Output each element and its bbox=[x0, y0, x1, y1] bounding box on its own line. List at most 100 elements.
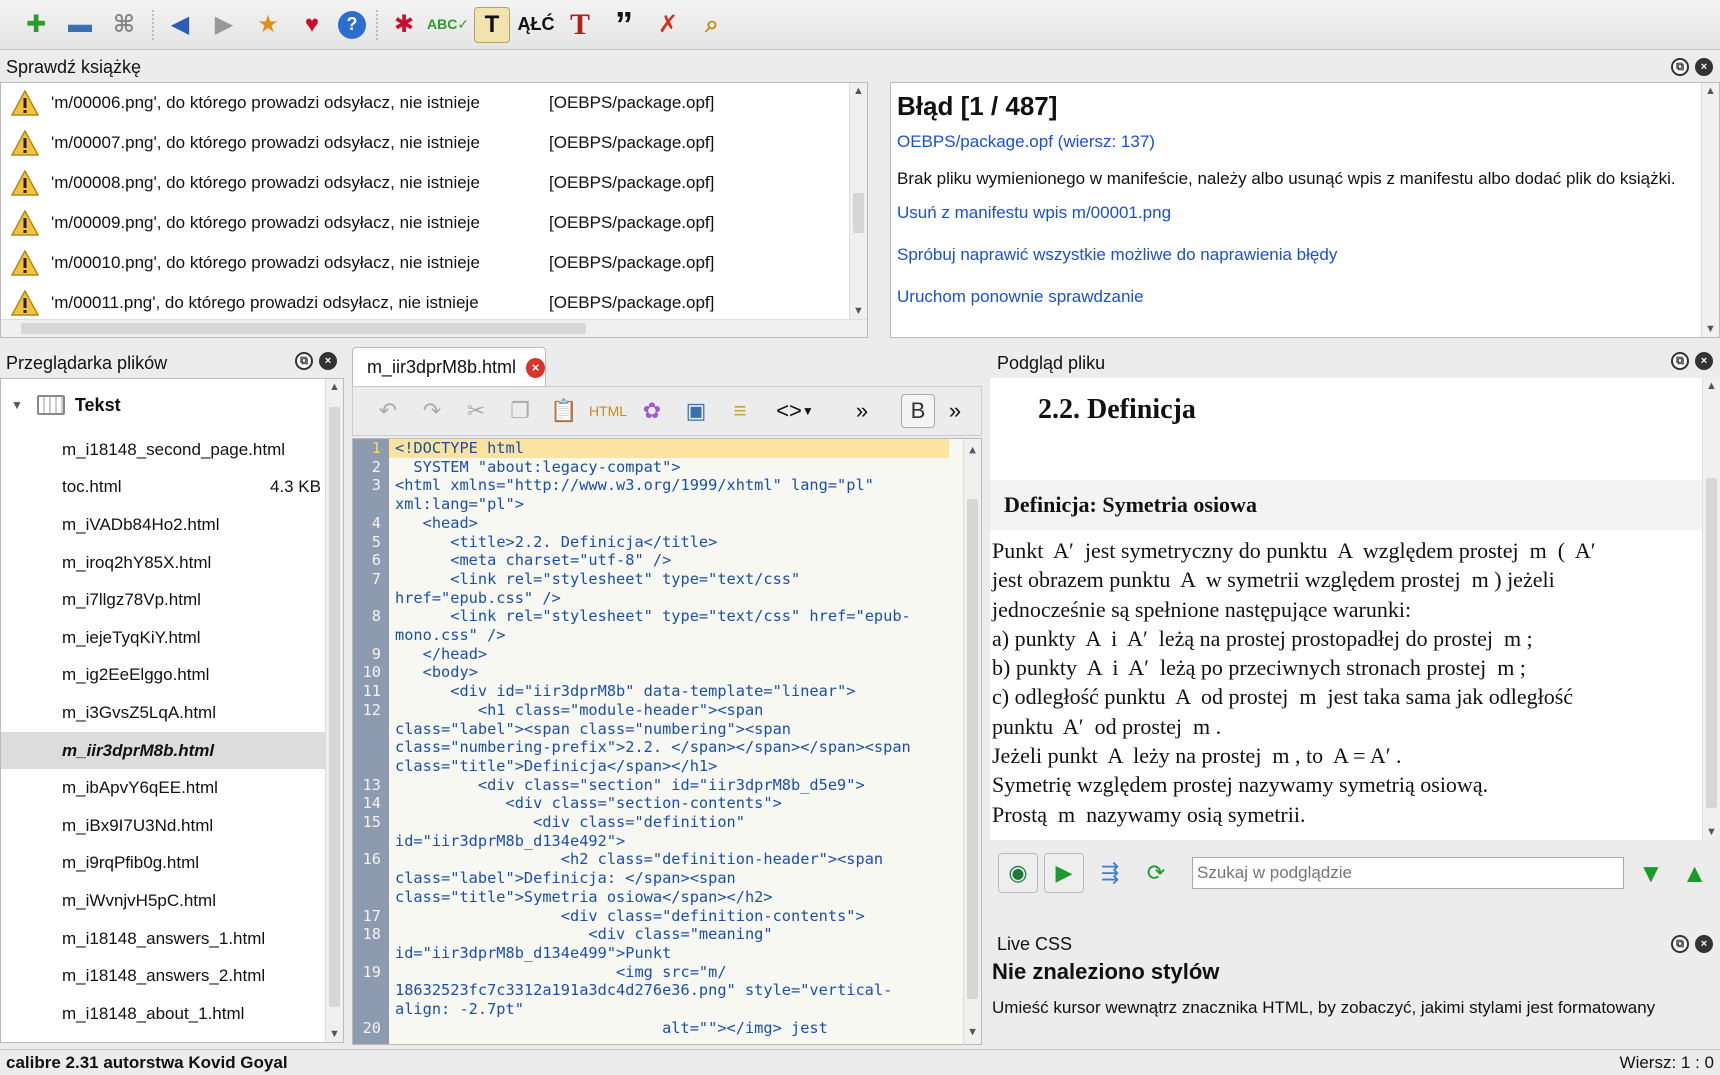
float-icon[interactable]: ⧉ bbox=[295, 352, 313, 370]
file-item[interactable]: m_i3GvsZ5LqA.html bbox=[1, 694, 343, 732]
check-list-vscrollbar[interactable]: ▲ ▼ bbox=[849, 83, 867, 319]
float-icon[interactable]: ⧉ bbox=[1671, 58, 1689, 76]
more-icon[interactable]: » bbox=[845, 394, 879, 428]
file-item[interactable]: m_iBx9I7U3Nd.html bbox=[1, 807, 343, 845]
file-item[interactable]: m_i7llgz78Vp.html bbox=[1, 581, 343, 619]
font-icon[interactable]: T bbox=[562, 7, 598, 43]
check-row-location: [OEBPS/package.opf] bbox=[549, 213, 715, 232]
toolbar-separator bbox=[376, 9, 378, 40]
check-row[interactable]: 'm/00008.png', do którego prowadzi odsył… bbox=[1, 163, 867, 203]
sync-icon[interactable]: ◉ bbox=[998, 853, 1038, 893]
flower-icon[interactable]: ✿ bbox=[635, 394, 669, 428]
rerun-check-link[interactable]: Uruchom ponownie sprawdzanie bbox=[897, 287, 1713, 307]
play-icon[interactable]: ▶ bbox=[1044, 853, 1084, 893]
spellcheck-icon[interactable]: ABC✓ bbox=[427, 7, 469, 43]
more-format-icon[interactable]: » bbox=[945, 394, 965, 428]
back-icon[interactable]: ◀ bbox=[162, 7, 198, 43]
file-browser-vscrollbar[interactable]: ▲ ▼ bbox=[325, 379, 343, 1042]
check-row[interactable]: 'm/00011.png', do którego prowadzi odsył… bbox=[1, 283, 867, 323]
close-tab-icon[interactable]: × bbox=[526, 357, 545, 378]
file-item[interactable]: m_ibApvY6qEE.html bbox=[1, 769, 343, 807]
close-icon[interactable]: × bbox=[1695, 352, 1713, 370]
beautify-html-icon[interactable]: HTML bbox=[589, 394, 627, 428]
redo-icon[interactable]: ↷ bbox=[415, 394, 449, 428]
close-icon[interactable]: × bbox=[1695, 935, 1713, 953]
file-name: m_i18148_answers_1.html bbox=[62, 928, 266, 948]
rename-icon[interactable]: ⌘ bbox=[106, 7, 142, 43]
check-book-window-controls: ⧉ × bbox=[1671, 58, 1713, 76]
help-icon[interactable]: ? bbox=[338, 10, 366, 39]
preview-line: jednocześnie są spełnione następujące wa… bbox=[992, 596, 1412, 622]
remove-icon[interactable]: ✗ bbox=[650, 7, 686, 43]
file-item[interactable]: m_iVADb84Ho2.html bbox=[1, 506, 343, 544]
warning-icon bbox=[10, 169, 40, 196]
save-icon[interactable]: ▬ bbox=[62, 7, 98, 43]
code-text: alt=""></img> jest bbox=[395, 1018, 828, 1037]
check-row[interactable]: 'm/00007.png', do którego prowadzi odsył… bbox=[1, 123, 867, 163]
cut-icon[interactable]: ✂ bbox=[459, 394, 493, 428]
copy-icon[interactable]: ❐ bbox=[503, 394, 537, 428]
line-number: 19 bbox=[362, 962, 381, 981]
undo-icon[interactable]: ↶ bbox=[371, 394, 405, 428]
search-prev-icon[interactable]: ▲ bbox=[1682, 858, 1708, 889]
check-row-message: 'm/00010.png', do którego prowadzi odsył… bbox=[51, 253, 480, 272]
file-item[interactable]: m_i18148_answers_1.html bbox=[1, 920, 343, 958]
code-editor[interactable]: 1 <!DOCTYPE html 2 SYSTEM "about:legacy-co… bbox=[352, 438, 982, 1045]
preview-vscrollbar[interactable]: ▲ ▼ bbox=[1702, 378, 1720, 840]
float-icon[interactable]: ⧉ bbox=[1671, 352, 1689, 370]
file-item[interactable]: m_i18148_about_1.html bbox=[1, 995, 343, 1033]
file-item[interactable]: m_iejeTyqKiY.html bbox=[1, 619, 343, 657]
file-item[interactable]: m_iWvnjvH5pC.html bbox=[1, 882, 343, 920]
insert-image-icon[interactable]: ▣ bbox=[679, 394, 713, 428]
file-group-text[interactable]: ▼ Tekst bbox=[1, 379, 343, 431]
file-item[interactable]: m_ig2EeElggo.html bbox=[1, 657, 343, 695]
bug-icon[interactable]: ✱ bbox=[386, 7, 422, 43]
search-icon[interactable]: ⌕ bbox=[694, 7, 730, 43]
file-item[interactable]: m_iroq2hY85X.html bbox=[1, 544, 343, 582]
text-icon[interactable]: T bbox=[474, 6, 510, 43]
editor-tab[interactable]: m_iir3dprM8b.html × bbox=[352, 347, 546, 387]
preview-search-input[interactable] bbox=[1192, 857, 1624, 889]
quote-icon[interactable]: ” bbox=[606, 4, 642, 45]
tag-icon[interactable]: <> ▼ bbox=[767, 394, 823, 428]
refresh-icon[interactable]: ⟳ bbox=[1136, 853, 1176, 893]
forward-icon[interactable]: ▶ bbox=[206, 7, 242, 43]
error-location-link[interactable]: OEBPS/package.opf (wiersz: 137) bbox=[897, 132, 1713, 152]
line-number: 7 bbox=[371, 569, 381, 588]
error-panel-vscrollbar[interactable]: ▲ ▼ bbox=[1701, 83, 1719, 337]
search-next-icon[interactable]: ▼ bbox=[1638, 858, 1664, 889]
close-icon[interactable]: × bbox=[319, 352, 337, 370]
new-file-icon[interactable]: ✚ bbox=[18, 7, 54, 43]
line-number: 8 bbox=[371, 607, 381, 626]
file-item[interactable]: m_iir3dprM8b.html bbox=[1, 731, 343, 770]
check-list-hscrollbar[interactable] bbox=[1, 319, 867, 337]
insert-link-icon[interactable]: ≡ bbox=[723, 394, 757, 428]
collapse-arrow-icon[interactable]: ▼ bbox=[11, 398, 23, 412]
bookmark-icon[interactable]: ★ bbox=[250, 7, 286, 43]
character-icon[interactable]: ĄŁĆ bbox=[518, 7, 555, 43]
code-vscrollbar[interactable]: ▲ ▼ bbox=[963, 439, 981, 1044]
split-icon[interactable]: ⇶ bbox=[1090, 853, 1130, 893]
file-name: m_i18148_answers_2.html bbox=[62, 966, 266, 986]
code-line: 7 <link rel="stylesheet" type="text/css"… bbox=[353, 570, 981, 607]
code-text: <div id="iir3dprM8b" data-template="line… bbox=[395, 682, 856, 701]
code-text: SYSTEM "about:legacy-compat"> bbox=[395, 457, 681, 476]
file-item[interactable]: toc.html 4.3 KB bbox=[1, 469, 343, 507]
remove-from-manifest-link[interactable]: Usuń z manifestu wpis m/00001.png bbox=[897, 203, 1713, 223]
check-row-message: 'm/00006.png', do którego prowadzi odsył… bbox=[51, 93, 480, 112]
paste-icon[interactable]: 📋 bbox=[547, 394, 581, 428]
check-row[interactable]: 'm/00006.png', do którego prowadzi odsył… bbox=[1, 83, 867, 123]
check-row[interactable]: 'm/00010.png', do którego prowadzi odsył… bbox=[1, 243, 867, 283]
check-row[interactable]: 'm/00009.png', do którego prowadzi odsył… bbox=[1, 203, 867, 243]
close-icon[interactable]: × bbox=[1695, 58, 1713, 76]
code-line: 17 <div class="definition-contents"> bbox=[353, 907, 981, 926]
file-item[interactable]: m_i18148_answers_2.html bbox=[1, 957, 343, 995]
heart-icon[interactable]: ♥ bbox=[294, 7, 330, 43]
check-row-location: [OEBPS/package.opf] bbox=[549, 93, 715, 112]
bold-icon[interactable]: B bbox=[901, 394, 935, 428]
float-icon[interactable]: ⧉ bbox=[1671, 935, 1689, 953]
fix-all-link[interactable]: Spróbuj naprawić wszystkie możliwe do na… bbox=[897, 245, 1713, 265]
check-book-title: Sprawdź książkę bbox=[6, 57, 142, 77]
file-item[interactable]: m_i9rqPfib0g.html bbox=[1, 845, 343, 883]
file-item[interactable]: m_i18148_second_page.html bbox=[1, 431, 343, 469]
